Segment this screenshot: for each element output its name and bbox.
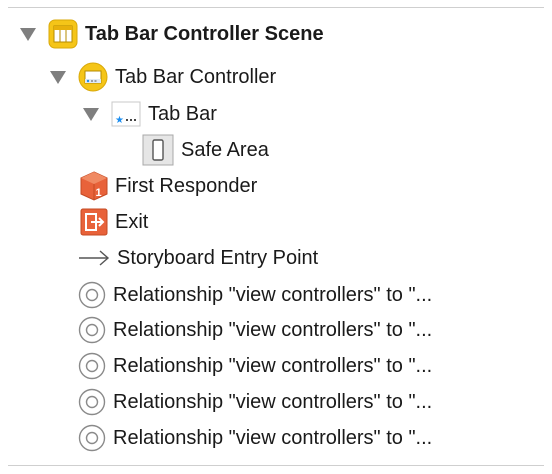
entry-point-label: Storyboard Entry Point <box>117 247 319 269</box>
outline-row-exit[interactable]: Exit <box>80 205 148 239</box>
outline-row-first-responder[interactable]: 1 First Responder <box>80 169 257 203</box>
relationship-icon <box>78 281 106 309</box>
tab-bar-icon: ★ <box>111 99 141 129</box>
relationship-label: Relationship "view controllers" to "... <box>113 391 433 413</box>
relationship-label: Relationship "view controllers" to "... <box>113 284 433 306</box>
outline-row-entry-point[interactable]: Storyboard Entry Point <box>78 241 318 275</box>
top-divider <box>8 7 544 8</box>
outline-row-relationship[interactable]: Relationship "view controllers" to "... <box>78 313 432 347</box>
scene-icon <box>48 19 78 49</box>
exit-label: Exit <box>115 211 149 233</box>
first-responder-label: First Responder <box>115 175 258 197</box>
safe-area-icon <box>142 134 174 166</box>
disclosure-triangle-icon[interactable] <box>50 70 66 84</box>
outline-row-scene[interactable]: Tab Bar Controller Scene <box>20 17 324 51</box>
relationship-icon <box>78 424 106 452</box>
outline-row-relationship[interactable]: Relationship "view controllers" to "... <box>78 385 432 419</box>
disclosure-triangle-icon[interactable] <box>20 27 36 41</box>
tab-bar-label: Tab Bar <box>148 103 217 125</box>
outline-row-safe-area[interactable]: Safe Area <box>142 133 269 167</box>
tab-bar-controller-icon <box>78 62 108 92</box>
relationship-icon <box>78 388 106 416</box>
scene-title: Tab Bar Controller Scene <box>85 23 324 45</box>
outline-row-relationship[interactable]: Relationship "view controllers" to "... <box>78 349 432 383</box>
bottom-divider <box>8 465 544 466</box>
svg-text:1: 1 <box>96 187 102 199</box>
outline-row-relationship[interactable]: Relationship "view controllers" to "... <box>78 278 432 312</box>
tab-bar-controller-label: Tab Bar Controller <box>115 66 277 88</box>
first-responder-icon: 1 <box>80 171 108 201</box>
outline-row-relationship[interactable]: Relationship "view controllers" to "... <box>78 421 432 455</box>
relationship-icon <box>78 316 106 344</box>
svg-text:★: ★ <box>115 115 124 126</box>
arrow-right-icon <box>78 248 110 268</box>
document-outline: Tab Bar Controller Scene Tab Bar Control… <box>0 0 552 474</box>
relationship-label: Relationship "view controllers" to "... <box>113 427 433 449</box>
disclosure-triangle-icon[interactable] <box>83 107 99 121</box>
relationship-icon <box>78 352 106 380</box>
safe-area-label: Safe Area <box>181 139 269 161</box>
relationship-label: Relationship "view controllers" to "... <box>113 355 433 377</box>
exit-icon <box>80 208 108 236</box>
outline-row-tab-bar-controller[interactable]: Tab Bar Controller <box>50 60 276 94</box>
outline-row-tab-bar[interactable]: ★ Tab Bar <box>83 97 217 131</box>
relationship-label: Relationship "view controllers" to "... <box>113 319 433 341</box>
